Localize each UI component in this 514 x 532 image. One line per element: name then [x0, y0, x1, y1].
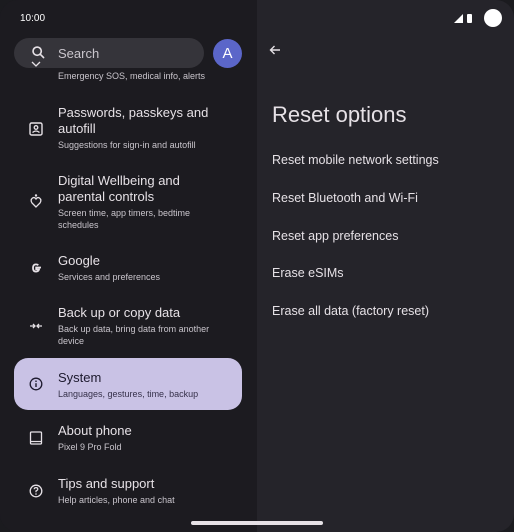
- settings-item-title: Back up or copy data: [58, 305, 181, 320]
- help-icon: [29, 484, 43, 498]
- account-avatar[interactable]: A: [213, 39, 242, 68]
- screen: 10:00 Search A Emergency SOS, medical in…: [0, 0, 514, 532]
- settings-item-subtitle: Help articles, phone and chat: [58, 495, 175, 505]
- settings-item-title: Passwords, passkeys and: [58, 105, 209, 120]
- settings-item-title: System: [58, 370, 102, 385]
- back-arrow-icon[interactable]: [267, 42, 283, 58]
- wellbeing-icon: [30, 194, 42, 208]
- settings-item-title-line2: parental controls: [58, 189, 155, 204]
- settings-item-digital-wellbeing[interactable]: Digital Wellbeing and parental controls …: [14, 166, 242, 236]
- settings-item-subtitle: Services and preferences: [58, 272, 161, 282]
- battery-icon: [467, 13, 472, 23]
- reset-option-bluetooth-wifi[interactable]: Reset Bluetooth and Wi-Fi: [272, 191, 418, 205]
- settings-item-title: Google: [58, 253, 100, 268]
- settings-item-safety[interactable]: Emergency SOS, medical info, alerts: [14, 61, 242, 86]
- settings-item-tips-support[interactable]: Tips and support Help articles, phone an…: [14, 469, 242, 513]
- settings-item-subtitle: Languages, gestures, time, backup: [58, 389, 199, 399]
- settings-item-backup[interactable]: Back up or copy data Back up data, bring…: [14, 298, 242, 354]
- reset-option-erase-esims[interactable]: Erase eSIMs: [272, 266, 344, 280]
- google-icon: [32, 263, 41, 273]
- settings-item-subtitle: Suggestions for sign-in and autofill: [58, 140, 196, 150]
- page-title: Reset options: [272, 102, 407, 127]
- clock: 10:00: [20, 13, 46, 24]
- gesture-navigation-bar[interactable]: [191, 521, 323, 525]
- signal-icon: [454, 13, 463, 23]
- settings-item-title: About phone: [58, 423, 132, 438]
- password-icon: [29, 122, 43, 136]
- settings-item-subtitle: Back up data, bring data from another: [58, 324, 210, 334]
- search-placeholder: Search: [58, 45, 100, 61]
- reset-option-app-preferences[interactable]: Reset app preferences: [272, 229, 398, 243]
- camera-cutout: [484, 9, 502, 27]
- status-bar: 10:00: [0, 0, 514, 36]
- settings-item-title-line2: autofill: [58, 121, 96, 136]
- settings-item-about-phone[interactable]: About phone Pixel 9 Pro Fold: [14, 416, 242, 460]
- settings-item-subtitle: Emergency SOS, medical info, alerts: [58, 71, 206, 81]
- settings-item-subtitle: Pixel 9 Pro Fold: [58, 442, 122, 452]
- safety-icon: [31, 61, 41, 67]
- settings-item-system[interactable]: System Languages, gestures, time, backup: [14, 358, 242, 410]
- reset-option-factory-reset[interactable]: Erase all data (factory reset): [272, 304, 429, 318]
- phone-icon: [29, 431, 43, 445]
- backup-transfer-icon: [30, 323, 42, 329]
- status-icons: [454, 9, 502, 27]
- settings-item-subtitle-line2: device: [58, 336, 85, 346]
- settings-item-google[interactable]: Google Services and preferences: [14, 246, 242, 290]
- reset-option-mobile-network[interactable]: Reset mobile network settings: [272, 153, 439, 167]
- info-icon: [29, 377, 43, 391]
- settings-item-passwords[interactable]: Passwords, passkeys and autofill Suggest…: [14, 98, 242, 158]
- settings-item-subtitle: Screen time, app timers, bedtime: [58, 208, 191, 218]
- settings-item-subtitle-line2: schedules: [58, 220, 99, 230]
- settings-item-title: Digital Wellbeing and: [58, 173, 180, 188]
- settings-item-title: Tips and support: [58, 476, 155, 491]
